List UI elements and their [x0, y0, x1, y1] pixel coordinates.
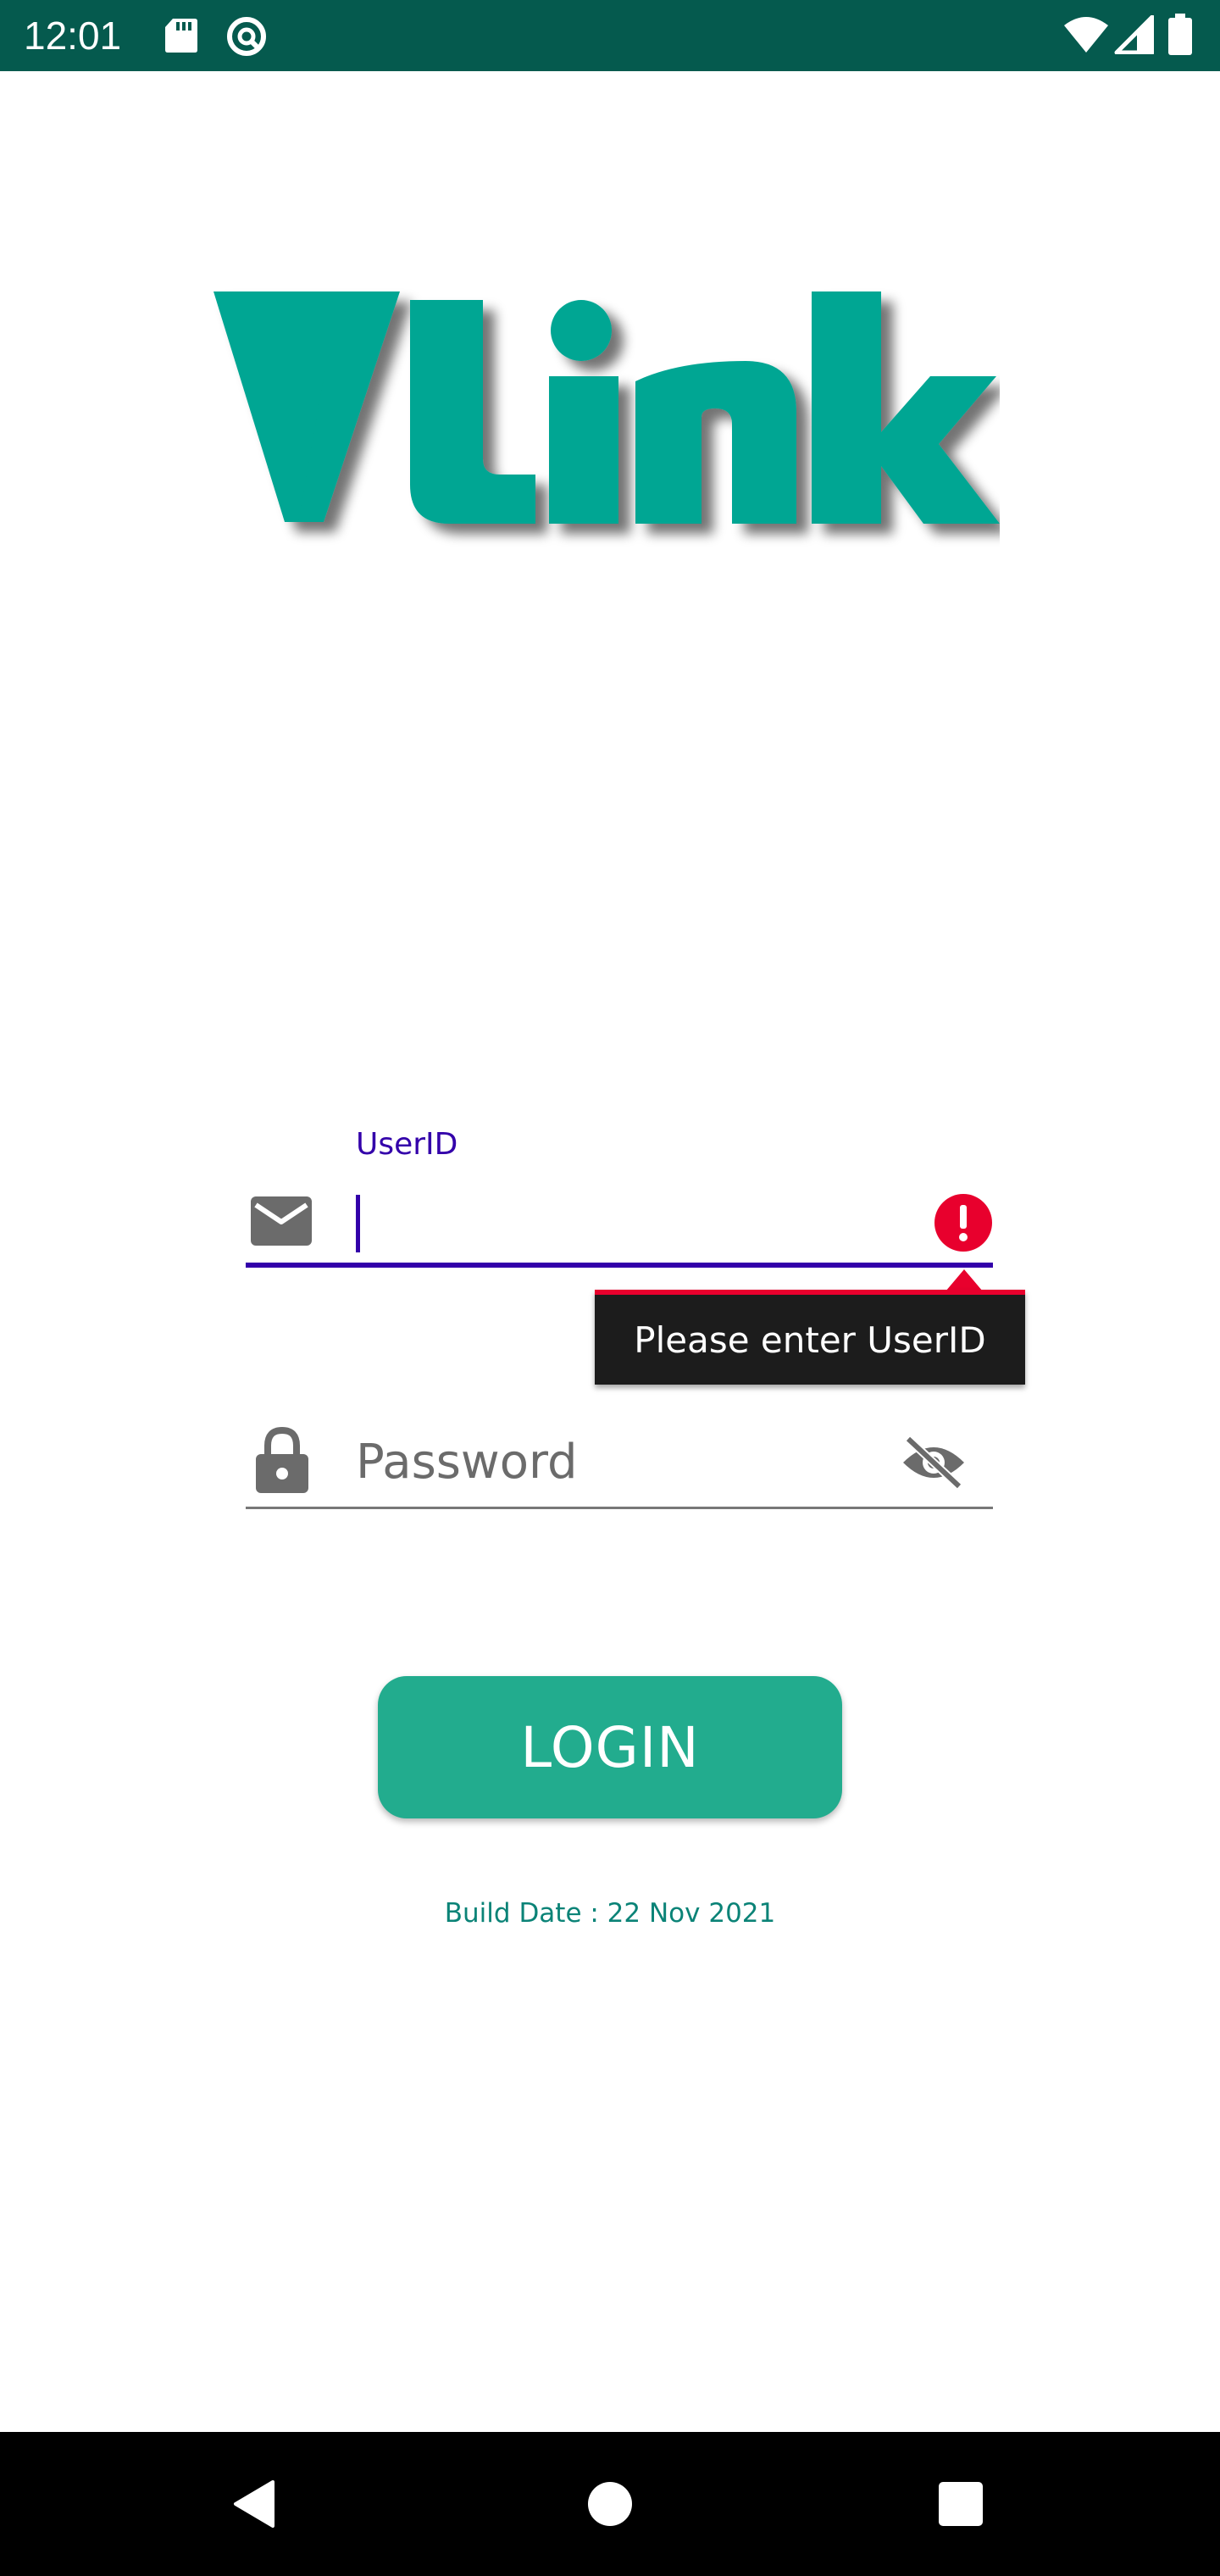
logo-letter — [551, 300, 612, 361]
mail-icon — [251, 1196, 312, 1246]
error-tooltip: Please enter UserID — [595, 1290, 1025, 1385]
status-time: 12:01 — [24, 14, 122, 58]
logo-letter — [635, 361, 796, 524]
build-date: Build Date : 22 Nov 2021 — [444, 1898, 776, 1929]
eye-off-icon[interactable] — [900, 1435, 968, 1490]
error-message: Please enter UserID — [634, 1319, 986, 1361]
password-underline — [246, 1507, 993, 1509]
wifi-icon — [1064, 17, 1108, 53]
back-button[interactable] — [186, 2432, 322, 2576]
userid-underline — [246, 1263, 993, 1268]
status-bar: 12:01 — [0, 0, 1220, 71]
battery-icon — [1168, 14, 1192, 55]
sd-card-icon — [165, 19, 197, 53]
login-screen: 12:01 UserID Please enter UserID LOGIN B… — [0, 0, 1220, 2576]
home-icon — [588, 2482, 632, 2526]
at-sign-icon — [227, 17, 266, 56]
recents-button[interactable] — [893, 2432, 1029, 2576]
back-icon — [234, 2480, 274, 2528]
logo-letter — [812, 291, 1000, 524]
navigation-bar — [0, 2432, 1220, 2576]
tooltip-arrow — [946, 1269, 983, 1291]
home-button[interactable] — [542, 2432, 678, 2576]
password-input[interactable] — [356, 1432, 881, 1491]
logo-letter — [549, 376, 618, 524]
app-logo — [214, 291, 1000, 524]
logo-letter — [410, 300, 535, 524]
error-alert-icon — [934, 1194, 992, 1252]
userid-input[interactable] — [356, 1195, 360, 1252]
login-button[interactable]: LOGIN — [378, 1676, 842, 1818]
lock-icon — [256, 1427, 308, 1493]
recents-icon — [939, 2482, 983, 2526]
userid-label: UserID — [356, 1127, 458, 1162]
cellular-signal-icon — [1114, 15, 1154, 54]
